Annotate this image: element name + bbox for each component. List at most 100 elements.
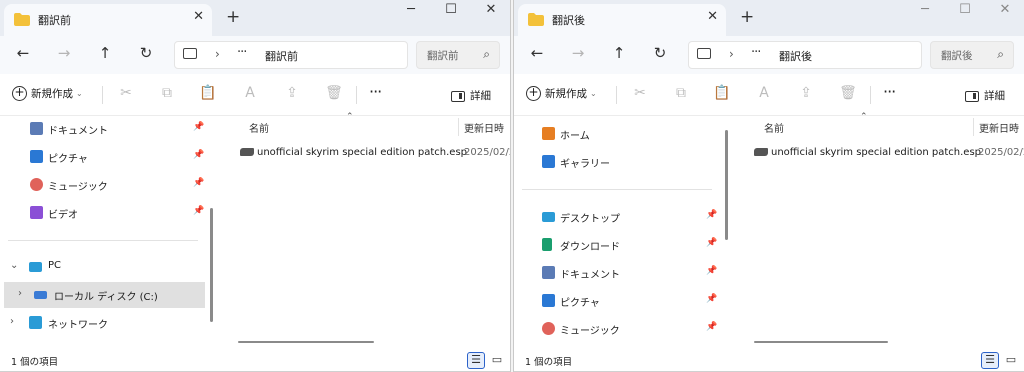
close-window-button[interactable]: ✕ — [991, 2, 1019, 17]
column-header-name[interactable]: 名前 — [764, 120, 784, 135]
new-button[interactable]: + 新規作成 ⌄ — [12, 86, 83, 101]
tiles-view-button[interactable]: ▭ — [488, 352, 506, 369]
pin-icon[interactable]: 📌 — [706, 322, 717, 332]
refresh-button[interactable]: ↻ — [649, 44, 671, 62]
horizontal-scrollbar[interactable] — [754, 341, 888, 343]
refresh-button[interactable]: ↻ — [135, 44, 157, 62]
sidebar-scrollbar[interactable] — [725, 130, 728, 240]
tab-close-icon[interactable]: ✕ — [707, 9, 718, 24]
tab-right[interactable]: 翻訳後 ✕ — [518, 4, 726, 36]
more-icon[interactable]: ··· — [237, 45, 247, 60]
new-button[interactable]: + 新規作成 ⌄ — [526, 86, 597, 101]
forward-button[interactable]: → — [567, 44, 589, 62]
sidebar-item-network[interactable]: › ネットワーク — [0, 310, 214, 336]
sidebar-item-downloads[interactable]: ダウンロード 📌 — [514, 232, 732, 258]
sidebar-item-desktop[interactable]: デスクトップ 📌 — [514, 204, 732, 230]
copy-icon[interactable]: ⧉ — [671, 85, 691, 101]
share-icon[interactable]: ⇪ — [796, 85, 816, 101]
rename-icon[interactable]: A — [754, 85, 774, 101]
sidebar-item-home[interactable]: ホーム — [514, 121, 732, 147]
new-tab-button[interactable]: + — [226, 7, 240, 27]
sidebar-item-documents[interactable]: ドキュメント 📌 — [514, 260, 732, 286]
search-box[interactable]: 翻訳前 ⌕ — [416, 41, 500, 69]
share-icon[interactable]: ⇪ — [282, 85, 302, 101]
cut-icon[interactable]: ✂ — [116, 85, 136, 101]
sidebar-item-documents[interactable]: ドキュメント 📌 — [0, 116, 214, 142]
details-view-button[interactable]: ☰ — [981, 352, 999, 369]
close-window-button[interactable]: ✕ — [477, 2, 505, 17]
pin-icon[interactable]: 📌 — [706, 210, 717, 220]
rename-icon[interactable]: A — [240, 85, 260, 101]
sidebar-divider — [522, 189, 712, 190]
delete-icon[interactable]: 🗑 — [838, 85, 858, 101]
sidebar-scrollbar[interactable] — [210, 208, 213, 322]
copy-icon[interactable]: ⧉ — [157, 85, 177, 101]
sidebar-item-local-disk[interactable]: › ローカル ディスク (C:) — [4, 282, 205, 308]
sort-ascending-icon[interactable]: ⌃ — [860, 112, 868, 122]
pin-icon[interactable]: 📌 — [193, 206, 204, 216]
pin-icon[interactable]: 📌 — [706, 238, 717, 248]
minimize-button[interactable]: ─ — [397, 2, 425, 17]
delete-icon[interactable]: 🗑 — [324, 85, 344, 101]
chevron-right-icon[interactable]: › — [215, 47, 220, 61]
column-header-date[interactable]: 更新日時 — [979, 120, 1019, 135]
pin-icon[interactable]: 📌 — [706, 294, 717, 304]
documents-icon — [30, 122, 43, 135]
see-more-button[interactable]: ··· — [883, 82, 896, 101]
navigation-bar: ← → ↑ ↻ › ··· 翻訳後 翻訳後 ⌕ — [514, 36, 1024, 74]
new-tab-button[interactable]: + — [740, 7, 754, 27]
details-view-button[interactable]: ☰ — [467, 352, 485, 369]
pin-icon[interactable]: 📌 — [193, 122, 204, 132]
sidebar-item-music[interactable]: ミュージック 📌 — [514, 316, 732, 342]
breadcrumb[interactable]: 翻訳後 — [779, 48, 812, 64]
up-button[interactable]: ↑ — [94, 44, 116, 62]
sidebar-item-pictures[interactable]: ピクチャ 📌 — [514, 288, 732, 314]
pin-icon[interactable]: 📌 — [193, 150, 204, 160]
back-button[interactable]: ← — [12, 44, 34, 62]
pc-icon — [183, 48, 197, 59]
address-bar[interactable]: › ··· 翻訳前 — [174, 41, 408, 69]
breadcrumb[interactable]: 翻訳前 — [265, 48, 298, 64]
tiles-view-button[interactable]: ▭ — [1002, 352, 1020, 369]
column-divider[interactable] — [458, 118, 459, 136]
tab-close-icon[interactable]: ✕ — [193, 9, 204, 24]
details-pane-button[interactable]: 詳細 — [965, 88, 1005, 103]
paste-icon[interactable]: 📋 — [712, 85, 732, 101]
column-header-date[interactable]: 更新日時 — [464, 120, 504, 135]
address-bar[interactable]: › ··· 翻訳後 — [688, 41, 922, 69]
column-divider[interactable] — [973, 118, 974, 136]
search-box[interactable]: 翻訳後 ⌕ — [930, 41, 1014, 69]
sidebar-item-pc[interactable]: ⌄ PC — [0, 254, 214, 280]
file-row[interactable]: unofficial skyrim special edition patch.… — [240, 147, 510, 163]
paste-icon[interactable]: 📋 — [198, 85, 218, 101]
maximize-button[interactable]: ☐ — [437, 2, 465, 17]
see-more-button[interactable]: ··· — [369, 82, 382, 101]
sidebar-item-music[interactable]: ミュージック 📌 — [0, 172, 214, 198]
sidebar-item-label: ミュージック — [560, 326, 620, 337]
sort-ascending-icon[interactable]: ⌃ — [346, 112, 354, 122]
back-button[interactable]: ← — [526, 44, 548, 62]
tab-left[interactable]: 翻訳前 ✕ — [4, 4, 212, 36]
column-header-name[interactable]: 名前 — [249, 120, 269, 135]
file-row[interactable]: unofficial skyrim special edition patch.… — [754, 147, 1024, 163]
sidebar-item-pictures[interactable]: ピクチャ 📌 — [0, 144, 214, 170]
sidebar-item-label: ダウンロード — [560, 242, 620, 253]
pin-icon[interactable]: 📌 — [193, 178, 204, 188]
chevron-right-icon[interactable]: › — [729, 47, 734, 61]
more-icon[interactable]: ··· — [751, 45, 761, 60]
minimize-button[interactable]: ─ — [911, 2, 939, 17]
pin-icon[interactable]: 📌 — [706, 266, 717, 276]
forward-button[interactable]: → — [53, 44, 75, 62]
chevron-down-icon[interactable]: ⌄ — [10, 260, 18, 271]
chevron-right-icon[interactable]: › — [10, 316, 14, 327]
maximize-button[interactable]: ☐ — [951, 2, 979, 17]
horizontal-scrollbar[interactable] — [238, 341, 374, 343]
cut-icon[interactable]: ✂ — [630, 85, 650, 101]
sidebar-item-gallery[interactable]: ギャラリー — [514, 149, 732, 175]
chevron-right-icon[interactable]: › — [18, 288, 22, 299]
up-button[interactable]: ↑ — [608, 44, 630, 62]
chevron-down-icon: ⌄ — [76, 89, 83, 98]
details-pane-button[interactable]: 詳細 — [451, 88, 491, 103]
folder-icon — [528, 13, 544, 26]
sidebar-item-videos[interactable]: ビデオ 📌 — [0, 200, 214, 226]
